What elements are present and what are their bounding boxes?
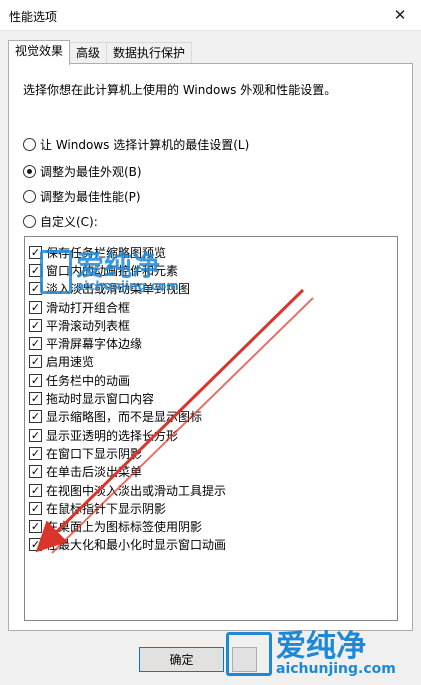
tab-visual-effects[interactable]: 视觉效果 — [8, 40, 71, 65]
watermark-en: aichunjing.com — [76, 279, 179, 293]
arrow-line — [35, 288, 305, 553]
watermark-logo-icon — [40, 250, 72, 294]
watermark-upper: 爱纯净 aichunjing.com — [40, 250, 179, 294]
arrow-line — [51, 297, 314, 554]
watermark-cn: 爱纯净 — [276, 629, 366, 664]
annotation-arrows — [35, 288, 314, 554]
watermark-logo-icon — [226, 632, 272, 676]
watermark-lower: 爱纯净 aichunjing.com — [226, 632, 396, 676]
watermark-cn: 爱纯净 — [76, 249, 161, 282]
watermark-en: aichunjing.com — [276, 661, 396, 677]
